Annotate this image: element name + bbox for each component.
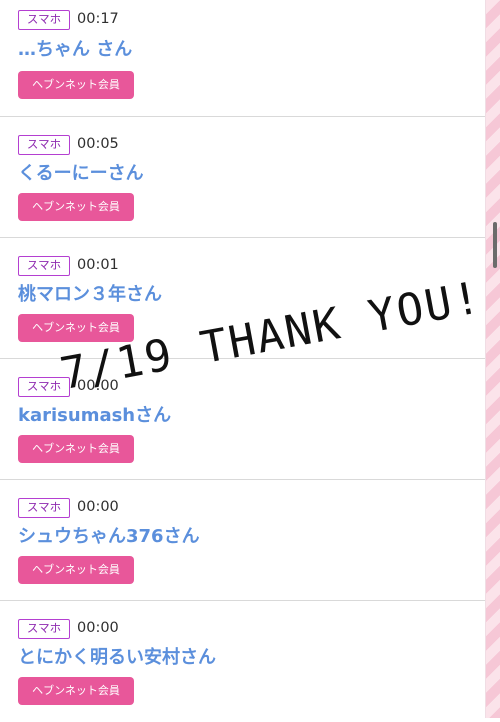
member-button[interactable]: ヘブンネット会員 bbox=[18, 71, 134, 99]
member-button[interactable]: ヘブンネット会員 bbox=[18, 435, 134, 463]
visit-time: 00:01 bbox=[77, 257, 119, 273]
visitor-name[interactable]: …ちゃん さん bbox=[18, 38, 132, 62]
scrollbar-thumb[interactable] bbox=[493, 222, 497, 268]
visitor-name[interactable]: くるーにーさん bbox=[18, 162, 144, 186]
member-button[interactable]: ヘブンネット会員 bbox=[18, 677, 134, 705]
device-badge: スマホ bbox=[18, 256, 70, 276]
decorative-side-rail bbox=[485, 0, 500, 718]
list-item[interactable]: スマホ 00:05 くるーにーさん ヘブンネット会員 bbox=[0, 117, 486, 238]
list-item[interactable]: スマホ 00:00 とにかく明るい安村さん ヘブンネット会員 bbox=[0, 601, 486, 722]
device-badge: スマホ bbox=[18, 498, 70, 518]
list-item[interactable]: スマホ 00:17 …ちゃん さん ヘブンネット会員 bbox=[0, 0, 486, 117]
visit-time: 00:17 bbox=[77, 11, 119, 27]
visitor-name[interactable]: シュウちゃん376さん bbox=[18, 525, 200, 549]
list-item[interactable]: スマホ 00:00 シュウちゃん376さん ヘブンネット会員 bbox=[0, 480, 486, 601]
visit-time: 00:00 bbox=[77, 620, 119, 636]
member-button[interactable]: ヘブンネット会員 bbox=[18, 556, 134, 584]
visit-time: 00:00 bbox=[77, 499, 119, 515]
visit-time: 00:05 bbox=[77, 136, 119, 152]
member-button[interactable]: ヘブンネット会員 bbox=[18, 193, 134, 221]
device-badge: スマホ bbox=[18, 135, 70, 155]
visitor-name[interactable]: 桃マロン３年さん bbox=[18, 283, 162, 307]
device-badge: スマホ bbox=[18, 619, 70, 639]
visitor-name[interactable]: karisumashさん bbox=[18, 404, 171, 428]
device-badge: スマホ bbox=[18, 10, 70, 30]
visitor-name[interactable]: とにかく明るい安村さん bbox=[18, 646, 216, 670]
